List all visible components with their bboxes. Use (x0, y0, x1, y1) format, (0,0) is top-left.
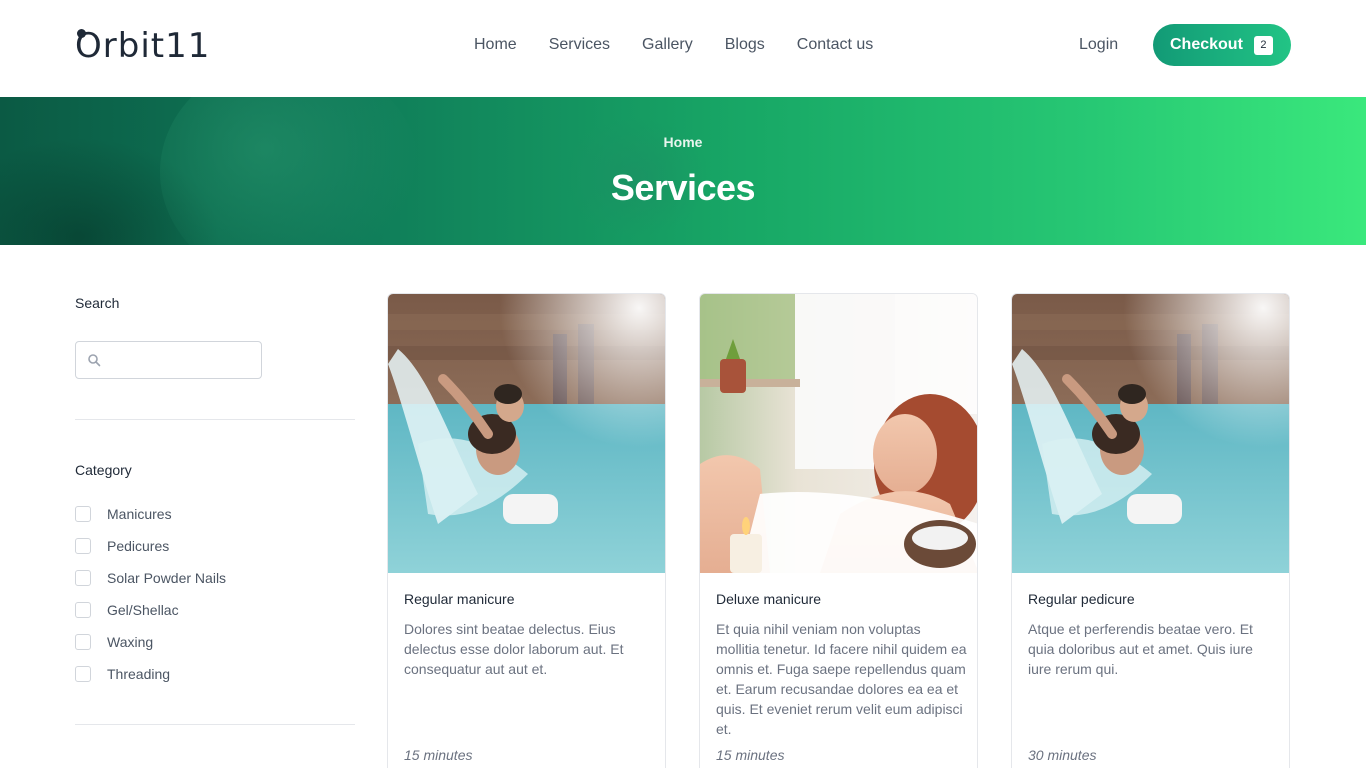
checkbox[interactable] (75, 506, 91, 522)
checkbox[interactable] (75, 634, 91, 650)
checkbox[interactable] (75, 570, 91, 586)
category-label: Pedicures (107, 538, 170, 554)
checkbox[interactable] (75, 666, 91, 682)
logo[interactable]: Orbit11 (75, 26, 210, 66)
login-link[interactable]: Login (1079, 34, 1118, 56)
category-label: Threading (107, 666, 171, 682)
site-header: Orbit11 Home Services Gallery Blogs Cont… (0, 0, 1366, 97)
category-label: Gel/Shellac (107, 602, 179, 618)
cart-count-badge: 2 (1253, 35, 1273, 55)
page-title: Services (610, 167, 756, 208)
logo-text: Orbit11 (75, 26, 211, 66)
service-title: Regular manicure (404, 591, 515, 607)
service-title: Deluxe manicure (716, 591, 822, 607)
checkout-label: Checkout (1170, 36, 1243, 53)
category-item-gel-shellac[interactable]: Gel/Shellac (75, 601, 179, 619)
sidebar-divider (75, 419, 355, 420)
nav-blogs[interactable]: Blogs (725, 34, 765, 56)
service-title: Regular pedicure (1028, 591, 1135, 607)
service-card[interactable]: Regular pedicure Atque et perferendis be… (1011, 293, 1290, 768)
nav-contact-us[interactable]: Contact us (797, 34, 873, 56)
category-heading: Category (75, 462, 132, 478)
service-duration: 15 minutes (404, 747, 473, 763)
nav-gallery[interactable]: Gallery (642, 34, 693, 56)
checkbox[interactable] (75, 602, 91, 618)
category-item-solar-powder-nails[interactable]: Solar Powder Nails (75, 569, 226, 587)
service-image-pool (1012, 294, 1289, 573)
service-duration: 30 minutes (1028, 747, 1097, 763)
service-duration: 15 minutes (716, 747, 785, 763)
main-nav: Home Services Gallery Blogs Contact us (474, 34, 873, 56)
category-item-threading[interactable]: Threading (75, 665, 170, 683)
category-label: Manicures (107, 506, 172, 522)
service-description: Et quia nihil veniam non voluptas mollit… (716, 621, 967, 737)
service-description: Atque et perferendis beatae vero. Et qui… (1028, 621, 1253, 677)
category-label: Waxing (107, 634, 154, 650)
service-description: Dolores sint beatae delectus. Eius delec… (404, 621, 624, 677)
search-heading: Search (75, 295, 120, 311)
service-image-pool (388, 294, 665, 573)
page-hero-banner: Home Services (0, 97, 1366, 245)
service-image-bath (700, 294, 977, 573)
category-item-pedicures[interactable]: Pedicures (75, 537, 169, 555)
nav-services[interactable]: Services (549, 34, 610, 56)
nav-home[interactable]: Home (474, 34, 517, 56)
search-icon (88, 354, 101, 367)
category-label: Solar Powder Nails (107, 570, 227, 586)
checkout-button[interactable]: Checkout 2 (1153, 24, 1291, 66)
category-item-manicures[interactable]: Manicures (75, 505, 172, 523)
category-item-waxing[interactable]: Waxing (75, 633, 153, 651)
service-card[interactable]: Regular manicure Dolores sint beatae del… (387, 293, 666, 768)
service-card[interactable]: Deluxe manicure Et quia nihil veniam non… (699, 293, 978, 768)
checkbox[interactable] (75, 538, 91, 554)
breadcrumb[interactable]: Home (0, 134, 1366, 150)
sidebar-divider (75, 724, 355, 725)
logo-dot-icon (77, 29, 86, 38)
search-input[interactable] (106, 348, 256, 372)
search-field[interactable] (75, 341, 262, 379)
